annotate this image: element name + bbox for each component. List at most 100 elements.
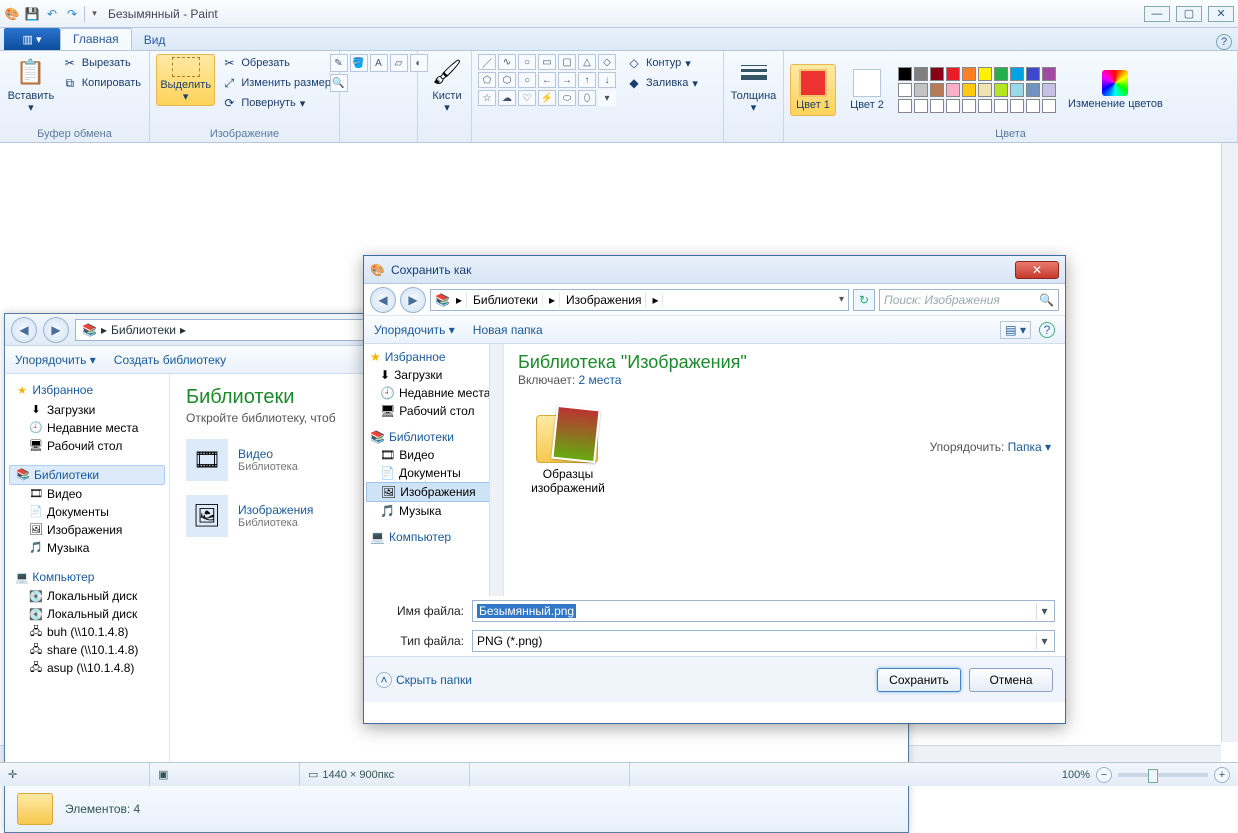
close-button[interactable]: ✕ — [1208, 6, 1234, 22]
brushes-button[interactable]: 🖌 Кисти▾ — [424, 54, 470, 116]
dialog-help-icon[interactable]: ? — [1039, 322, 1055, 338]
color-swatch[interactable] — [946, 83, 960, 97]
color1-button[interactable]: Цвет 1 — [790, 64, 836, 116]
vertical-scrollbar[interactable] — [1221, 143, 1238, 742]
color-swatch[interactable] — [994, 67, 1008, 81]
explorer-tree[interactable]: ★ Избранное ⬇Загрузки 🕘Недавние места 🖥Р… — [5, 374, 170, 784]
eraser-icon[interactable]: ▱ — [390, 54, 408, 72]
downloads-icon: ⬇ — [380, 368, 390, 382]
color-swatch-empty[interactable] — [1026, 99, 1040, 113]
color-swatch-empty[interactable] — [898, 99, 912, 113]
color-swatch-empty[interactable] — [930, 99, 944, 113]
color-swatch[interactable] — [946, 67, 960, 81]
dialog-back-button[interactable]: ◀ — [370, 287, 396, 313]
maximize-button[interactable]: ▢ — [1176, 6, 1202, 22]
qat-dropdown-icon[interactable]: ▾ — [84, 6, 100, 22]
star-icon: ★ — [15, 384, 29, 398]
forward-button[interactable]: ▶ — [43, 317, 69, 343]
redo-icon[interactable]: ↷ — [64, 6, 80, 22]
cancel-button[interactable]: Отмена — [969, 668, 1053, 692]
color-swatch-empty[interactable] — [978, 99, 992, 113]
tools-grid[interactable]: ✎🪣A ▱◐🔍 — [330, 54, 428, 92]
chevron-down-icon[interactable]: ▾ — [1036, 633, 1052, 649]
zoom-slider[interactable] — [1118, 773, 1208, 777]
save-button[interactable]: Сохранить — [877, 668, 961, 692]
color-swatch-empty[interactable] — [994, 99, 1008, 113]
shape-outline-button[interactable]: ◇Контур ▾ — [624, 54, 700, 72]
bucket-icon[interactable]: 🪣 — [350, 54, 368, 72]
dialog-organize-button[interactable]: Упорядочить ▾ — [374, 323, 455, 337]
color-swatch[interactable] — [898, 67, 912, 81]
file-tab[interactable]: ▥ ▾ — [4, 28, 60, 50]
color-swatch[interactable] — [1026, 67, 1040, 81]
color-swatch[interactable] — [978, 67, 992, 81]
dialog-new-folder-button[interactable]: Новая папка — [473, 323, 543, 337]
color-swatch[interactable] — [1042, 67, 1056, 81]
sort-dropdown[interactable]: Папка ▾ — [1008, 440, 1051, 454]
color-swatch[interactable] — [930, 83, 944, 97]
network-drive-icon: 🖧 — [29, 625, 43, 639]
color-swatch[interactable] — [930, 67, 944, 81]
pencil-icon[interactable]: ✎ — [330, 54, 348, 72]
help-icon[interactable]: ? — [1216, 34, 1232, 50]
color-swatch[interactable] — [914, 67, 928, 81]
palette[interactable] — [898, 67, 1056, 113]
rotate-button[interactable]: ⟳Повернуть ▾ — [219, 94, 333, 112]
filename-input[interactable]: Безымянный.png ▾ — [472, 600, 1055, 622]
color-swatch-empty[interactable] — [1010, 99, 1024, 113]
shape-fill-button[interactable]: ◆Заливка ▾ — [624, 74, 700, 92]
color-swatch-empty[interactable] — [914, 99, 928, 113]
color-swatch[interactable] — [1042, 83, 1056, 97]
chevron-down-icon[interactable]: ▾ — [1036, 603, 1052, 619]
zoom-in-button[interactable]: + — [1214, 767, 1230, 783]
minimize-button[interactable]: — — [1144, 6, 1170, 22]
select-button[interactable]: Выделить▾ — [156, 54, 215, 106]
back-button[interactable]: ◀ — [11, 317, 37, 343]
hide-folders-button[interactable]: ˄ Скрыть папки — [376, 672, 472, 688]
copy-button[interactable]: ⧉Копировать — [60, 74, 143, 92]
document-icon: 📄 — [29, 505, 43, 519]
color-swatch[interactable] — [914, 83, 928, 97]
color-swatch[interactable] — [994, 83, 1008, 97]
refresh-button[interactable]: ↻ — [853, 289, 875, 311]
color-swatch[interactable] — [898, 83, 912, 97]
dialog-tree[interactable]: ★Избранное ⬇Загрузки 🕘Недавние места 🖥Ра… — [364, 344, 504, 596]
color-swatch[interactable] — [962, 67, 976, 81]
thickness-button[interactable]: Толщина▾ — [730, 54, 777, 116]
dialog-address-bar[interactable]: 📚 ▸ Библиотеки ▸ Изображения ▸ ▾ — [430, 289, 849, 311]
undo-icon[interactable]: ↶ — [44, 6, 60, 22]
color-swatch[interactable] — [1010, 67, 1024, 81]
color2-button[interactable]: Цвет 2 — [844, 67, 890, 113]
dialog-close-button[interactable]: ✕ — [1015, 261, 1059, 279]
save-icon[interactable]: 💾 — [24, 6, 40, 22]
color-swatch-empty[interactable] — [1042, 99, 1056, 113]
view-button[interactable]: ▤ ▾ — [1000, 321, 1031, 339]
tab-home[interactable]: Главная — [60, 28, 132, 50]
cut-button[interactable]: ✂Вырезать — [60, 54, 143, 72]
text-icon[interactable]: A — [370, 54, 388, 72]
color-swatch[interactable] — [978, 83, 992, 97]
magnifier-icon[interactable]: 🔍 — [330, 74, 348, 92]
organize-button[interactable]: Упорядочить ▾ — [15, 353, 96, 367]
crop-button[interactable]: ✂Обрезать — [219, 54, 333, 72]
filetype-dropdown[interactable]: PNG (*.png) ▾ — [472, 630, 1055, 652]
document-icon: 📄 — [380, 466, 395, 480]
tree-scrollbar[interactable] — [489, 344, 503, 596]
music-icon: 🎵 — [380, 504, 395, 518]
tab-view[interactable]: Вид — [132, 30, 178, 50]
dialog-forward-button[interactable]: ▶ — [400, 287, 426, 313]
zoom-out-button[interactable]: − — [1096, 767, 1112, 783]
search-input[interactable]: Поиск: Изображения 🔍 — [879, 289, 1059, 311]
new-library-button[interactable]: Создать библиотеку — [114, 353, 226, 367]
color-swatch[interactable] — [1010, 83, 1024, 97]
shapes-gallery[interactable]: ／∿○▭▢△◇ ⬠⬡○←→↑↓ ☆☁♡⚡⬭⬯▾ — [478, 54, 616, 106]
includes-link[interactable]: 2 места — [579, 373, 622, 387]
edit-colors-button[interactable]: Изменение цветов — [1064, 68, 1167, 112]
color-swatch-empty[interactable] — [962, 99, 976, 113]
paste-button[interactable]: 📋 Вставить▾ — [6, 54, 56, 116]
color-swatch[interactable] — [1026, 83, 1040, 97]
color-swatch[interactable] — [962, 83, 976, 97]
color-swatch-empty[interactable] — [946, 99, 960, 113]
resize-button[interactable]: ⤢Изменить размер — [219, 74, 333, 92]
folder-sample-images[interactable]: Образцы изображений — [518, 405, 618, 495]
